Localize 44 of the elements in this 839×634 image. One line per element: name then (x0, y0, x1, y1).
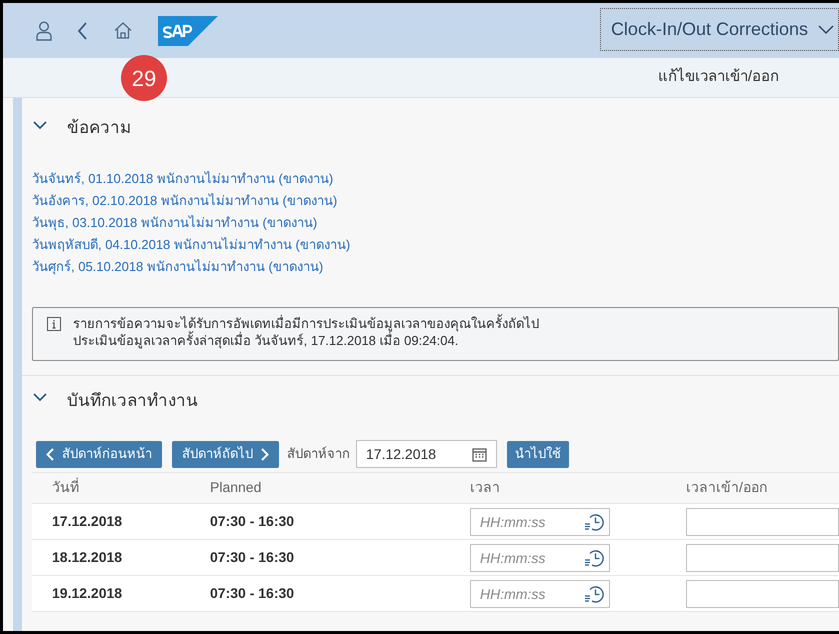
home-icon[interactable] (114, 22, 132, 39)
chevron-right-icon (261, 448, 269, 460)
column-header: เวลา (470, 479, 500, 495)
calendar-icon[interactable] (472, 446, 487, 462)
table-cell: 17.12.2018 (52, 512, 122, 528)
section-title: บันทึกเวลาทำงาน (67, 390, 198, 412)
column-header: วันที่ (52, 479, 79, 495)
chevron-left-icon (46, 448, 54, 460)
back-icon[interactable] (78, 22, 88, 40)
table-cell: 07:30 - 16:30 (210, 512, 294, 528)
clock-in-out-field[interactable] (686, 508, 839, 536)
apply-button[interactable]: นำไปใช้ (507, 440, 569, 468)
info-text: ประเมินข้อมูลเวลาครั้งล่าสุดเมื่อ วันจันทร์, 17.12.2018 เมื่อ 09:24:04. (73, 332, 458, 348)
time-input-field[interactable]: HH:mm:ss (470, 544, 610, 572)
clock-icon[interactable] (584, 548, 604, 566)
date-field[interactable]: 17.12.2018 (356, 440, 497, 468)
info-text: รายการข้อความจะได้รับการอัพเดทเมื่อมีการประเมินข้อมูลเวลาของคุณในครั้งถัดไป (73, 314, 539, 332)
sap-logo-icon (158, 16, 218, 46)
dropdown-icon (818, 24, 834, 34)
clock-in-out-field[interactable] (686, 544, 839, 572)
table-cell: 19.12.2018 (52, 584, 122, 600)
message-link[interactable]: วันพฤหัสบดี, 04.10.2018 พนักงานไม่มาทำงาน (ขาดงาน) (32, 234, 839, 254)
page-title: แก้ไขเวลาเข้า/ออก (658, 66, 779, 88)
clock-in-out-field[interactable] (686, 580, 839, 608)
previous-week-button[interactable]: สัปดาห์ก่อนหน้า (36, 440, 162, 468)
message-link[interactable]: วันอังคาร, 02.10.2018 พนักงานไม่มาทำงาน (ขาดงาน) (32, 190, 839, 210)
table-cell: 07:30 - 16:30 (210, 548, 294, 564)
week-from-label: สัปดาห์จาก (287, 445, 350, 464)
time-input-field[interactable]: HH:mm:ss (470, 508, 610, 536)
message-link[interactable]: วันพุธ, 03.10.2018 พนักงานไม่มาทำงาน (ขาดงาน) (32, 212, 839, 232)
info-icon (47, 316, 61, 330)
table-cell: 07:30 - 16:30 (210, 584, 294, 600)
section-title: ข้อความ (67, 117, 131, 139)
message-link[interactable]: วันศุกร์, 05.10.2018 พนักงานไม่มาทำงาน (ขาดงาน) (32, 256, 839, 276)
message-link[interactable]: วันจันทร์, 01.10.2018 พนักงานไม่มาทำงาน (ขาดงาน) (32, 168, 839, 188)
column-header: เวลาเข้า/ออก (686, 479, 767, 495)
time-input-field[interactable]: HH:mm:ss (470, 580, 610, 608)
clock-icon[interactable] (584, 512, 604, 530)
column-header: Planned (210, 479, 262, 495)
table-cell: 18.12.2018 (52, 548, 122, 564)
app-title-menu[interactable]: Clock-In/Out Corrections (600, 8, 839, 51)
user-icon[interactable] (36, 20, 52, 40)
next-week-button[interactable]: สัปดาห์ถัดไป (172, 440, 279, 468)
clock-icon[interactable] (584, 584, 604, 602)
